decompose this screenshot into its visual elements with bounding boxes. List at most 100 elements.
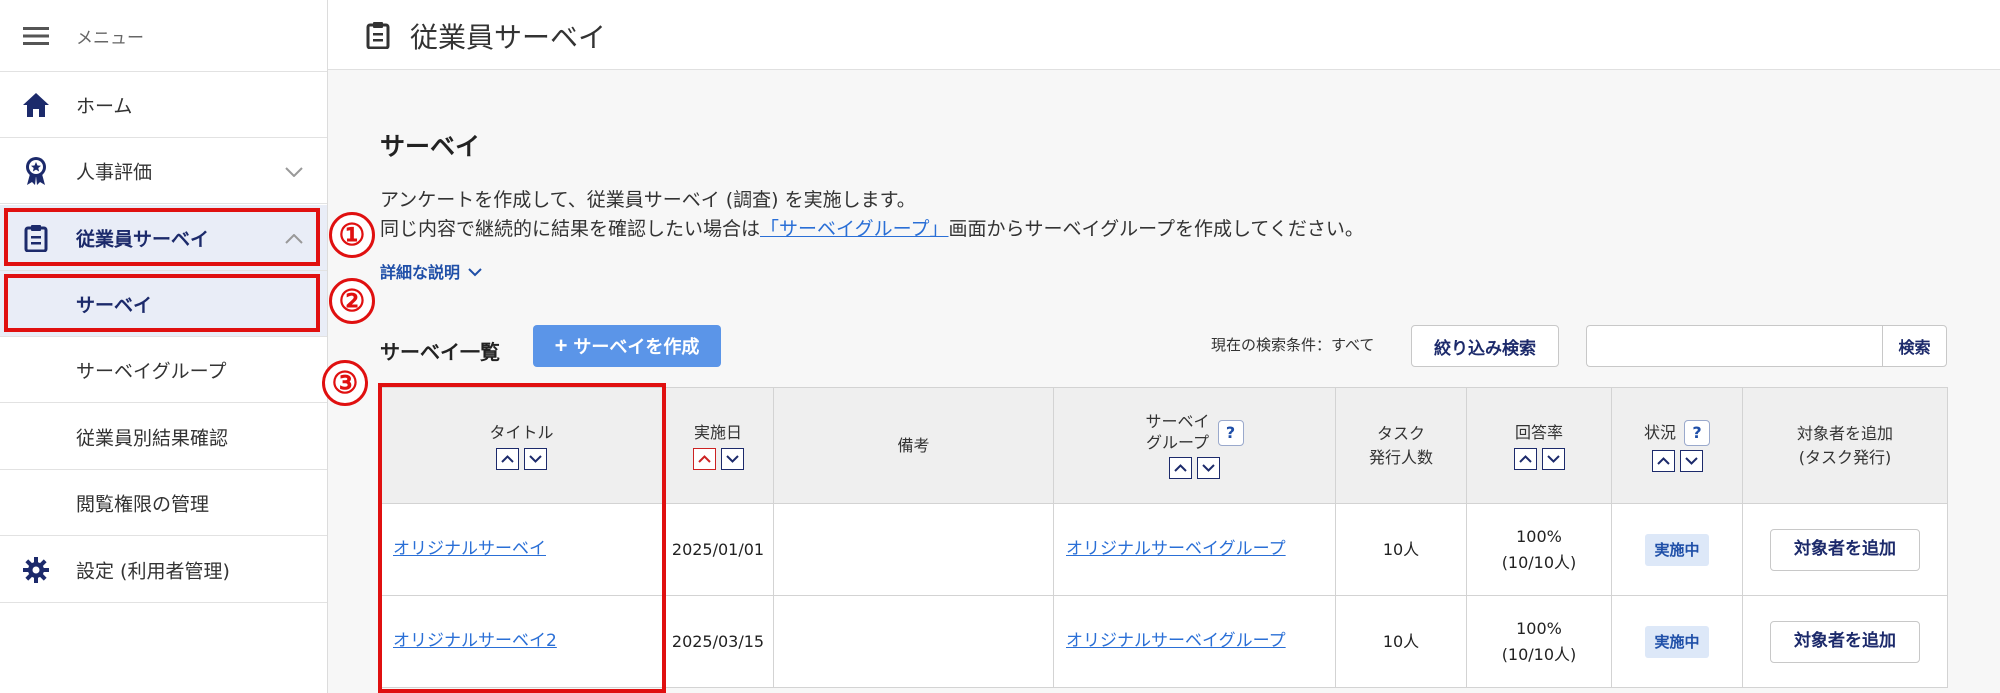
menu-label: メニュー: [76, 28, 144, 48]
cell-rate: 100% (10/10人): [1466, 595, 1612, 688]
cell-note: [773, 595, 1054, 688]
plus-icon: +: [554, 333, 568, 358]
cell-date: 2025/01/01: [662, 503, 774, 596]
sidebar-item-label: 設定 (利用者管理): [76, 560, 230, 582]
header-label: サーベイ: [1145, 411, 1210, 431]
annotation-number-3: ③: [322, 360, 368, 406]
sidebar-item-results-by-employee[interactable]: 従業員別結果確認: [0, 404, 327, 470]
sort-asc-button[interactable]: [1513, 448, 1537, 471]
section-title: サーベイ: [380, 132, 481, 161]
sort-desc-button[interactable]: [720, 448, 744, 471]
detail-toggle[interactable]: 詳細な説明: [380, 259, 482, 283]
filter-search-button[interactable]: 絞り込み検索: [1411, 325, 1559, 367]
highlight-box-2: [4, 274, 320, 332]
annotation-number-1: ①: [329, 212, 375, 258]
search-button[interactable]: 検索: [1882, 325, 1947, 367]
list-title: サーベイ一覧: [380, 340, 500, 364]
cell-date: 2025/03/15: [662, 595, 774, 688]
rate-detail: (10/10人): [1501, 644, 1577, 664]
sidebar-item-label: ホーム: [76, 95, 133, 117]
column-header-note: 備考: [773, 387, 1054, 504]
search-condition: 現在の検索条件：すべて: [1211, 336, 1375, 354]
page-header: 従業員サーベイ: [328, 0, 2000, 70]
add-target-button[interactable]: 対象者を追加: [1770, 620, 1920, 663]
sidebar-item-settings[interactable]: 設定 (利用者管理): [0, 537, 327, 603]
search-input[interactable]: [1586, 325, 1882, 367]
hamburger-icon: [22, 22, 50, 50]
description-text: 画面からサーベイグループを作成してください。: [948, 218, 1364, 240]
sort-asc-button[interactable]: [692, 448, 716, 471]
chevron-down-icon: [468, 262, 482, 281]
highlight-box-1: [4, 208, 320, 266]
cell-task: 10人: [1335, 503, 1467, 596]
header-label: 回答率: [1514, 422, 1563, 442]
sort-controls: [1513, 448, 1565, 471]
sidebar-item-label: 人事評価: [76, 161, 153, 183]
column-header-rate: 回答率: [1466, 387, 1612, 504]
header-label: 対象者を追加: [1796, 424, 1893, 444]
survey-group-link[interactable]: オリジナルサーベイグループ: [1066, 631, 1286, 651]
cell-add: 対象者を追加: [1742, 595, 1948, 688]
sidebar-item-permissions[interactable]: 閲覧権限の管理: [0, 470, 327, 536]
description-line-2: 同じ内容で継続的に結果を確認したい場合は「サーベイグループ」画面からサーベイグル…: [380, 214, 1364, 241]
column-header-add-target: 対象者を追加 (タスク発行): [1742, 387, 1948, 504]
clipboard-icon: [366, 21, 390, 53]
rate-detail: (10/10人): [1501, 552, 1577, 572]
chevron-down-icon: [285, 160, 303, 182]
page-title: 従業員サーベイ: [410, 21, 607, 54]
cell-add: 対象者を追加: [1742, 503, 1948, 596]
rate-value: 100%: [1516, 526, 1562, 546]
sort-asc-button[interactable]: [1651, 449, 1675, 472]
cell-group: オリジナルサーベイグループ: [1053, 595, 1336, 688]
status-badge: 実施中: [1645, 533, 1709, 566]
gear-icon: [22, 556, 50, 584]
sort-desc-button[interactable]: [1541, 448, 1565, 471]
detail-label: 詳細な説明: [380, 263, 461, 282]
sidebar-item-evaluation[interactable]: 人事評価: [0, 138, 327, 204]
cell-task: 10人: [1335, 595, 1467, 688]
sort-controls: [1651, 449, 1703, 472]
column-header-status: 状況 ?: [1611, 387, 1743, 504]
header-label: 状況: [1643, 422, 1676, 442]
create-survey-label: サーベイを作成: [573, 337, 700, 357]
award-icon: [22, 156, 50, 185]
status-badge: 実施中: [1645, 625, 1709, 658]
cell-rate: 100% (10/10人): [1466, 503, 1612, 596]
cell-note: [773, 503, 1054, 596]
survey-group-link[interactable]: オリジナルサーベイグループ: [1066, 539, 1286, 559]
header-label: (タスク発行): [1798, 447, 1892, 467]
cell-status: 実施中: [1611, 595, 1743, 688]
header-label: 発行人数: [1368, 447, 1433, 467]
header-label: グループ: [1145, 432, 1210, 452]
create-survey-button[interactable]: + サーベイを作成: [533, 325, 721, 367]
menu-toggle[interactable]: メニュー: [0, 0, 327, 72]
highlight-box-3: [378, 383, 666, 693]
cell-group: オリジナルサーベイグループ: [1053, 503, 1336, 596]
header-label: 実施日: [693, 422, 742, 442]
column-header-task: タスク 発行人数: [1335, 387, 1467, 504]
sort-controls: [1169, 457, 1220, 480]
column-header-date: 実施日: [662, 387, 774, 504]
sidebar-item-label: 閲覧権限の管理: [76, 493, 210, 515]
annotation-number-2: ②: [329, 278, 375, 324]
sidebar: メニュー ホーム 人事評価 従業員サーベイ サーベイ サーベイグループ 従業員別…: [0, 0, 328, 693]
sidebar-item-label: サーベイグループ: [76, 360, 227, 382]
sort-controls: [692, 448, 744, 471]
rate-value: 100%: [1516, 618, 1562, 638]
description-line-1: アンケートを作成して、従業員サーベイ (調査) を実施します。: [380, 189, 916, 211]
add-target-button[interactable]: 対象者を追加: [1770, 528, 1920, 571]
sort-desc-button[interactable]: [1679, 449, 1703, 472]
column-header-group: サーベイ グループ ?: [1053, 387, 1336, 504]
home-icon: [22, 91, 50, 119]
help-icon[interactable]: ?: [1684, 419, 1710, 446]
survey-group-link[interactable]: 「サーベイグループ」: [760, 218, 948, 240]
help-icon[interactable]: ?: [1217, 419, 1244, 446]
sort-desc-button[interactable]: [1197, 457, 1220, 480]
sidebar-item-label: 従業員別結果確認: [76, 427, 229, 449]
cell-status: 実施中: [1611, 503, 1743, 596]
sort-asc-button[interactable]: [1169, 457, 1192, 480]
description-text: 同じ内容で継続的に結果を確認したい場合は: [380, 218, 761, 240]
header-label: タスク: [1376, 424, 1425, 444]
sidebar-item-home[interactable]: ホーム: [0, 72, 327, 138]
sidebar-item-survey-group[interactable]: サーベイグループ: [0, 337, 327, 403]
